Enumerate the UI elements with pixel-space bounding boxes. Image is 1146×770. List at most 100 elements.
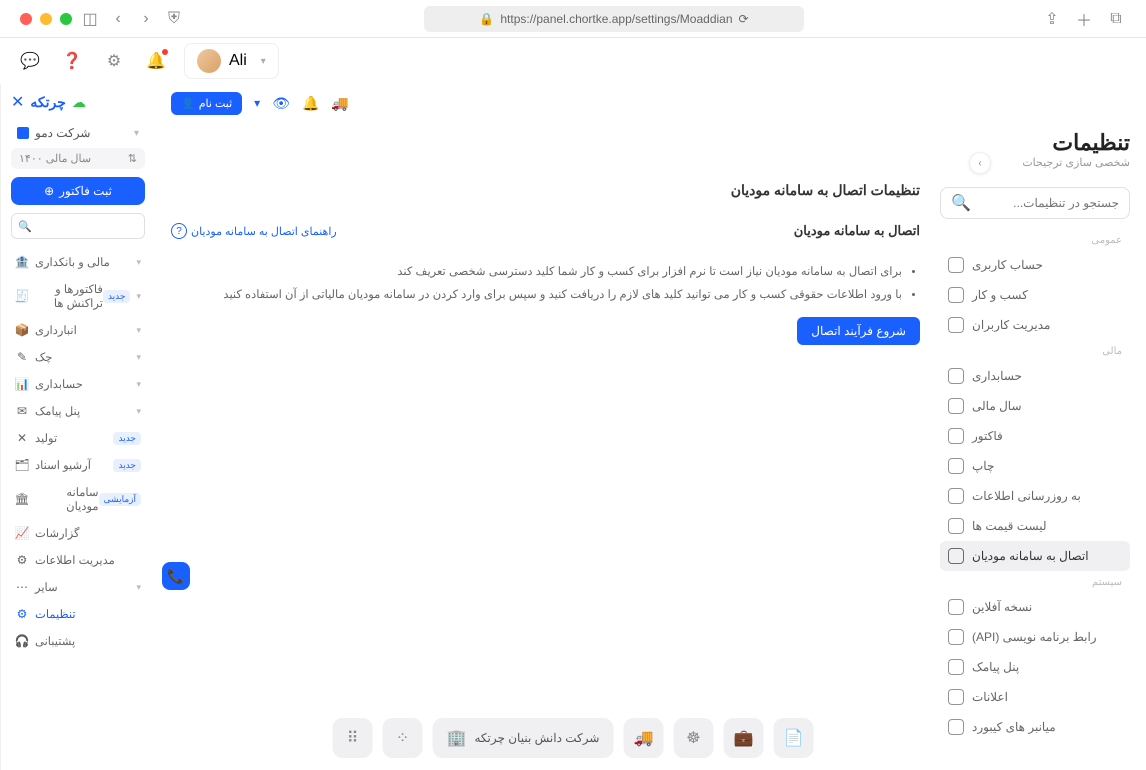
reload-icon[interactable]: ⟳	[739, 12, 749, 26]
url-text: https://panel.chortke.app/settings/Moadd…	[500, 12, 732, 26]
nav-label: سامانه مودیان	[35, 485, 99, 513]
snav-icon	[948, 599, 964, 615]
new-tab-icon[interactable]: ＋	[1074, 9, 1094, 29]
dock-delivery-icon[interactable]: 🚚	[623, 718, 663, 758]
nav-item[interactable]: آزمایشیسامانه مودیان 🏛	[11, 479, 145, 519]
dock-company[interactable]: 🏢 شرکت دانش بنیان چرتکه	[433, 718, 614, 758]
shield-icon[interactable]: ⛨	[164, 9, 184, 29]
nav-item[interactable]: ▾انبارداری📦	[11, 317, 145, 343]
chevron-down-icon: ▾	[261, 56, 266, 67]
badge: جدید	[113, 432, 141, 445]
badge: جدید	[113, 459, 141, 472]
user-menu[interactable]: Ali ▾	[184, 43, 279, 79]
forward-icon[interactable]: ›	[136, 9, 156, 29]
sidebar-collapse-button[interactable]: ›	[969, 152, 991, 174]
snav-icon	[948, 719, 964, 735]
start-process-button[interactable]: شروع فرآیند اتصال	[797, 317, 920, 345]
company-selector[interactable]: ▾ شرکت دمو	[11, 122, 145, 144]
snav-label: مدیریت کاربران	[972, 318, 1050, 332]
settings-nav-item[interactable]: چاپ	[940, 451, 1130, 481]
nav-item[interactable]: ▾سایر⋯	[11, 574, 145, 600]
company-name: شرکت دمو	[35, 126, 90, 140]
chevron-down-icon: ▾	[136, 257, 141, 268]
chevron-down-icon: ▾	[136, 406, 141, 417]
dock-grid-icon[interactable]: ⁘	[383, 718, 423, 758]
nav-item[interactable]: گزارشات📈	[11, 520, 145, 546]
settings-search-input[interactable]	[971, 196, 1119, 210]
fiscal-year-selector[interactable]: ⇅ سال مالی ۱۴۰۰	[11, 148, 145, 169]
dock-apps-icon[interactable]: ⠿	[333, 718, 373, 758]
dock-file-icon[interactable]: 📄	[773, 718, 813, 758]
maximize-window[interactable]	[60, 13, 72, 25]
nav-item[interactable]: مدیریت اطلاعات⚙	[11, 547, 145, 573]
nav-label: آرشیو اسناد	[35, 458, 91, 472]
settings-nav-item[interactable]: لیست قیمت ها	[940, 511, 1130, 541]
truck-icon[interactable]: 🚚	[331, 95, 348, 112]
settings-nav-item[interactable]: فاکتور	[940, 421, 1130, 451]
chat-icon[interactable]: 💬	[16, 47, 44, 75]
tabs-icon[interactable]: ⧉	[1106, 9, 1126, 29]
nav-label: سایر	[35, 580, 58, 594]
dropdown-toggle[interactable]: ▾	[254, 96, 260, 110]
group-financial: مالی	[940, 340, 1130, 361]
nav-item[interactable]: ▾پنل پیامک✉	[11, 398, 145, 424]
dock-briefcase-icon[interactable]: 💼	[723, 718, 763, 758]
chevron-down-icon: ▾	[136, 352, 141, 363]
settings-nav-item[interactable]: حسابداری	[940, 361, 1130, 391]
dock-wheel-icon[interactable]: ☸	[673, 718, 713, 758]
nav-item[interactable]: ▾چک✎	[11, 344, 145, 370]
settings-nav-item[interactable]: مدیریت کاربران	[940, 310, 1130, 340]
nav-item[interactable]: جدیدتولید✕	[11, 425, 145, 451]
settings-nav-item[interactable]: میانبر های کیبورد	[940, 712, 1130, 742]
share-icon[interactable]: ⇪	[1042, 9, 1062, 29]
settings-nav-item[interactable]: اعلانات	[940, 682, 1130, 712]
company-icon	[17, 127, 29, 139]
minimize-window[interactable]	[40, 13, 52, 25]
sidebar-search[interactable]: 🔍	[11, 213, 145, 239]
nav-label: تولید	[35, 431, 57, 445]
page-title: تنظیمات	[940, 130, 1130, 156]
search-icon: 🔍	[951, 193, 971, 213]
nav-icon: 🏛	[15, 492, 29, 506]
nav-item[interactable]: جدیدآرشیو اسناد🗂	[11, 452, 145, 478]
settings-icon[interactable]: ⚙	[100, 47, 128, 75]
snav-label: اعلانات	[972, 690, 1008, 704]
settings-nav-item[interactable]: پنل پیامک	[940, 652, 1130, 682]
create-invoice-button[interactable]: ثبت فاکتور ⊕	[11, 177, 145, 205]
settings-nav-item[interactable]: نسخه آفلاین	[940, 592, 1130, 622]
nav-item[interactable]: ▾مالی و بانکداری🏦	[11, 249, 145, 275]
nav-item[interactable]: ▾جدیدفاکتورها و تراکنش ها🧾	[11, 276, 145, 316]
settings-nav-item[interactable]: اتصال به سامانه مودیان	[940, 541, 1130, 571]
view-icon[interactable]: 👁	[272, 95, 290, 112]
snav-label: سال مالی	[972, 399, 1022, 413]
settings-nav-item[interactable]: سال مالی	[940, 391, 1130, 421]
nav-label: پنل پیامک	[35, 404, 80, 418]
settings-search[interactable]: 🔍	[940, 187, 1130, 219]
help-link[interactable]: راهنمای اتصال به سامانه مودیان ?	[171, 223, 337, 239]
settings-nav-item[interactable]: رابط برنامه نویسی (API)	[940, 622, 1130, 652]
brand-name: چرتکه	[30, 94, 66, 111]
settings-nav-item[interactable]: کسب و کار	[940, 280, 1130, 310]
notification-icon[interactable]: 🔔	[142, 47, 170, 75]
nav-item[interactable]: تنظیمات⚙	[11, 601, 145, 627]
register-button[interactable]: 👤 ثبت نام	[171, 92, 242, 115]
group-system: سیستم	[940, 571, 1130, 592]
phone-fab[interactable]: 📞	[162, 562, 190, 590]
badge: آزمایشی	[99, 493, 141, 506]
nav-label: گزارشات	[35, 526, 80, 540]
close-window[interactable]	[20, 13, 32, 25]
sidebar-toggle-icon[interactable]: ◫	[80, 9, 100, 29]
help-icon[interactable]: ❓	[58, 47, 86, 75]
nav-item[interactable]: ▾حسابداری📊	[11, 371, 145, 397]
sidebar-search-input[interactable]	[32, 220, 138, 232]
snav-label: پنل پیامک	[972, 660, 1019, 674]
url-bar[interactable]: 🔒 https://panel.chortke.app/settings/Moa…	[424, 6, 804, 32]
snav-icon	[948, 518, 964, 534]
settings-nav-item[interactable]: حساب کاربری	[940, 250, 1130, 280]
settings-nav-item[interactable]: به روزرسانی اطلاعات	[940, 481, 1130, 511]
nav-item[interactable]: پشتیبانی🎧	[11, 628, 145, 654]
bell-icon[interactable]: 🔔	[302, 95, 319, 112]
nav-icon: ⚙	[15, 607, 29, 621]
badge: جدید	[103, 290, 131, 303]
back-icon[interactable]: ‹	[108, 9, 128, 29]
